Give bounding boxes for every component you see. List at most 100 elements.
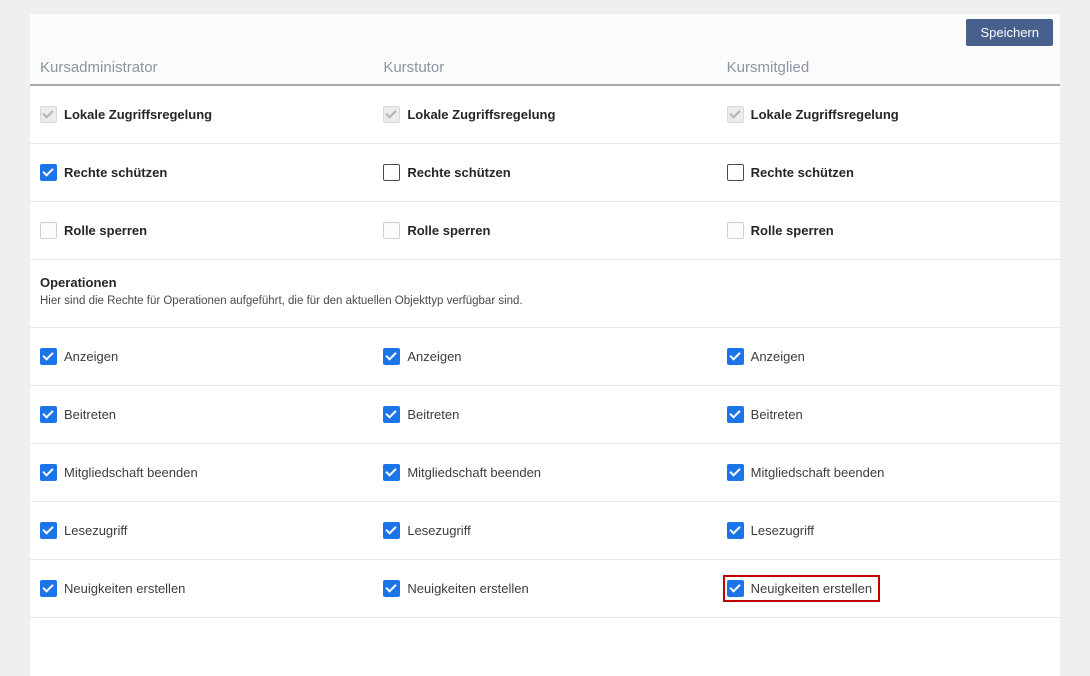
checkbox-group: Lesezugriff	[723, 517, 822, 544]
checkbox-rechte-sch-tzen-col1[interactable]	[40, 164, 57, 181]
checkbox-label: Mitgliedschaft beenden	[751, 465, 885, 480]
checkbox-group: Rolle sperren	[379, 217, 498, 244]
panel-toolbar: Speichern	[30, 14, 1060, 50]
checkbox-label: Rechte schützen	[407, 165, 510, 180]
cell-lesezugriff-col3: Lesezugriff	[717, 502, 1060, 559]
checkbox-label: Lokale Zugriffsregelung	[751, 107, 899, 122]
checkbox-label: Mitgliedschaft beenden	[64, 465, 198, 480]
checkbox-beitreten-col3[interactable]	[727, 406, 744, 423]
checkbox-label: Rolle sperren	[64, 223, 147, 238]
cell-mitgliedschaft-beenden-col1: Mitgliedschaft beenden	[30, 444, 373, 501]
beitreten-row: Beitreten Beitreten Beitreten	[30, 386, 1060, 444]
checkbox-label: Neuigkeiten erstellen	[64, 581, 185, 596]
checkbox-mitgliedschaft-beenden-col1[interactable]	[40, 464, 57, 481]
checkbox-label: Lesezugriff	[751, 523, 814, 538]
checkbox-label: Neuigkeiten erstellen	[407, 581, 528, 596]
checkbox-lokale-zugriffsregelung-col1	[40, 106, 57, 123]
checkbox-group: Rechte schützen	[36, 159, 175, 186]
checkbox-label: Rolle sperren	[407, 223, 490, 238]
mitgliedschaft-beenden-row: Mitgliedschaft beenden Mitgliedschaft bee…	[30, 444, 1060, 502]
anzeigen-row: Anzeigen Anzeigen Anzeigen	[30, 328, 1060, 386]
cell-rolle-sperren-col3: Rolle sperren	[717, 202, 1060, 259]
checkbox-lesezugriff-col3[interactable]	[727, 522, 744, 539]
checkbox-rechte-sch-tzen-col2[interactable]	[383, 164, 400, 181]
checkbox-label: Anzeigen	[64, 349, 118, 364]
checkbox-label: Anzeigen	[751, 349, 805, 364]
checkbox-anzeigen-col1[interactable]	[40, 348, 57, 365]
checkbox-label: Rechte schützen	[64, 165, 167, 180]
checkbox-label: Lokale Zugriffsregelung	[64, 107, 212, 122]
checkbox-rolle-sperren-col2	[383, 222, 400, 239]
empty-row	[30, 618, 1060, 676]
operations-section-header: Operationen Hier sind die Rechte für Ope…	[30, 260, 1060, 328]
checkbox-group: Rolle sperren	[36, 217, 155, 244]
checkbox-neuigkeiten-erstellen-col1[interactable]	[40, 580, 57, 597]
checkbox-rolle-sperren-col1	[40, 222, 57, 239]
checkbox-group: Anzeigen	[36, 343, 126, 370]
cell-rolle-sperren-col2: Rolle sperren	[373, 202, 716, 259]
checkbox-label: Beitreten	[407, 407, 459, 422]
checkbox-lokale-zugriffsregelung-col3	[727, 106, 744, 123]
checkbox-beitreten-col1[interactable]	[40, 406, 57, 423]
checkbox-group: Rechte schützen	[379, 159, 518, 186]
cell-lesezugriff-col1: Lesezugriff	[30, 502, 373, 559]
checkbox-label: Rolle sperren	[751, 223, 834, 238]
section-title: Operationen	[40, 275, 1060, 290]
checkbox-group: Mitgliedschaft beenden	[379, 459, 549, 486]
checkbox-group: Lokale Zugriffsregelung	[36, 101, 220, 128]
cell-anzeigen-col3: Anzeigen	[717, 328, 1060, 385]
checkbox-group: Neuigkeiten erstellen	[379, 575, 536, 602]
cell-anzeigen-col2: Anzeigen	[373, 328, 716, 385]
checkbox-group: Rechte schützen	[723, 159, 862, 186]
cell-lokale-zugriffsregelung-col2: Lokale Zugriffsregelung	[373, 86, 716, 143]
checkbox-neuigkeiten-erstellen-col3[interactable]	[727, 580, 744, 597]
cell-neuigkeiten-erstellen-col1: Neuigkeiten erstellen	[30, 560, 373, 617]
checkbox-group: Lesezugriff	[379, 517, 478, 544]
rechte-sch-tzen-row: Rechte schützen Rechte schützen Rechte sch…	[30, 144, 1060, 202]
checkbox-label: Beitreten	[751, 407, 803, 422]
checkbox-group: Beitreten	[379, 401, 467, 428]
checkbox-group: Beitreten	[36, 401, 124, 428]
checkbox-neuigkeiten-erstellen-col2[interactable]	[383, 580, 400, 597]
section-description: Hier sind die Rechte für Operationen auf…	[40, 295, 1060, 307]
rolle-sperren-row: Rolle sperren Rolle sperren Rolle sperren	[30, 202, 1060, 260]
checkbox-lesezugriff-col1[interactable]	[40, 522, 57, 539]
checkbox-beitreten-col2[interactable]	[383, 406, 400, 423]
checkbox-rechte-sch-tzen-col3[interactable]	[727, 164, 744, 181]
checkbox-label: Beitreten	[64, 407, 116, 422]
cell-beitreten-col3: Beitreten	[717, 386, 1060, 443]
checkbox-label: Lokale Zugriffsregelung	[407, 107, 555, 122]
checkbox-rolle-sperren-col3	[727, 222, 744, 239]
checkbox-label: Neuigkeiten erstellen	[751, 581, 872, 596]
checkbox-mitgliedschaft-beenden-col2[interactable]	[383, 464, 400, 481]
lesezugriff-row: Lesezugriff Lesezugriff Lesezugriff	[30, 502, 1060, 560]
cell-neuigkeiten-erstellen-col3: Neuigkeiten erstellen	[717, 560, 1060, 617]
cell-rolle-sperren-col1: Rolle sperren	[30, 202, 373, 259]
checkbox-label: Lesezugriff	[64, 523, 127, 538]
checkbox-label: Anzeigen	[407, 349, 461, 364]
save-button[interactable]: Speichern	[966, 19, 1053, 46]
operation-rows-group: AnzeigenAnzeigenAnzeigenBeitretenBeitret…	[30, 328, 1060, 618]
cell-lesezugriff-col2: Lesezugriff	[373, 502, 716, 559]
cell-beitreten-col2: Beitreten	[373, 386, 716, 443]
checkbox-group: Lesezugriff	[36, 517, 135, 544]
checkbox-group: Anzeigen	[379, 343, 469, 370]
role-column-headers: Kursadministrator Kurstutor Kursmitglied	[30, 50, 1060, 86]
checkbox-label: Rechte schützen	[751, 165, 854, 180]
permissions-panel: Speichern Kursadministrator Kurstutor Ku…	[30, 14, 1060, 674]
column-header-kursmitglied: Kursmitglied	[717, 50, 1060, 84]
checkbox-mitgliedschaft-beenden-col3[interactable]	[727, 464, 744, 481]
checkbox-lesezugriff-col2[interactable]	[383, 522, 400, 539]
cell-lokale-zugriffsregelung-col1: Lokale Zugriffsregelung	[30, 86, 373, 143]
checkbox-anzeigen-col3[interactable]	[727, 348, 744, 365]
checkbox-group: Lokale Zugriffsregelung	[723, 101, 907, 128]
checkbox-group: Rolle sperren	[723, 217, 842, 244]
cell-rechte-sch-tzen-col2: Rechte schützen	[373, 144, 716, 201]
neuigkeiten-erstellen-row: Neuigkeiten erstellen Neuigkeiten erstell…	[30, 560, 1060, 618]
highlight-box: Neuigkeiten erstellen	[723, 575, 880, 602]
cell-neuigkeiten-erstellen-col2: Neuigkeiten erstellen	[373, 560, 716, 617]
permission-rows-group: Lokale Zugriffsregelung Lokale Zugriffsre…	[30, 86, 1060, 260]
checkbox-label: Mitgliedschaft beenden	[407, 465, 541, 480]
column-header-kurstutor: Kurstutor	[373, 50, 716, 84]
checkbox-anzeigen-col2[interactable]	[383, 348, 400, 365]
